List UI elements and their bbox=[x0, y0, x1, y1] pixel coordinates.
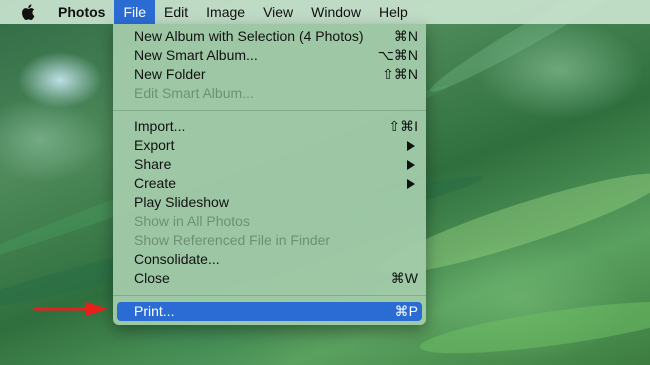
menu-item-label: Consolidate... bbox=[134, 251, 220, 267]
shortcut-label: ⇧⌘N bbox=[382, 66, 418, 82]
shortcut-label: ⌘P bbox=[394, 303, 418, 319]
menu-item-show-in-all-photos: Show in All Photos bbox=[113, 212, 426, 231]
menu-separator bbox=[113, 295, 426, 296]
menu-view[interactable]: View bbox=[254, 0, 302, 24]
menu-item-label: Share bbox=[134, 156, 172, 172]
menu-item-show-referenced-file: Show Referenced File in Finder bbox=[113, 231, 426, 250]
submenu-arrow-icon bbox=[407, 141, 415, 151]
menu-item-label: Edit Smart Album... bbox=[134, 85, 254, 101]
menu-bar: Photos File Edit Image View Window Help bbox=[0, 0, 650, 24]
menu-item-export[interactable]: Export bbox=[113, 136, 426, 155]
submenu-arrow-icon bbox=[407, 160, 415, 170]
menu-item-import[interactable]: Import... ⇧⌘I bbox=[113, 117, 426, 136]
menu-item-label: Print... bbox=[134, 303, 175, 319]
menu-item-print[interactable]: Print... ⌘P bbox=[117, 302, 422, 321]
menu-item-new-smart-album[interactable]: New Smart Album... ⌥⌘N bbox=[113, 46, 426, 65]
menu-help[interactable]: Help bbox=[370, 0, 417, 24]
menu-item-new-album-with-selection[interactable]: New Album with Selection (4 Photos) ⌘N bbox=[113, 27, 426, 46]
menu-item-label: New Album with Selection (4 Photos) bbox=[134, 28, 364, 44]
menu-item-label: Play Slideshow bbox=[134, 194, 229, 210]
file-menu-dropdown: New Album with Selection (4 Photos) ⌘N N… bbox=[113, 24, 426, 325]
menu-item-label: Close bbox=[134, 270, 170, 286]
menu-image[interactable]: Image bbox=[197, 0, 254, 24]
menu-item-share[interactable]: Share bbox=[113, 155, 426, 174]
menu-separator bbox=[113, 110, 426, 111]
submenu-arrow-icon bbox=[407, 179, 415, 189]
menu-item-edit-smart-album: Edit Smart Album... bbox=[113, 84, 426, 103]
shortcut-label: ⌘N bbox=[393, 28, 418, 44]
menu-item-label: New Folder bbox=[134, 66, 206, 82]
menu-item-label: Export bbox=[134, 137, 175, 153]
shortcut-label: ⌘W bbox=[390, 270, 418, 286]
grass-blade bbox=[417, 291, 650, 364]
menu-item-consolidate[interactable]: Consolidate... bbox=[113, 250, 426, 269]
menu-item-label: Import... bbox=[134, 118, 186, 134]
menu-photos[interactable]: Photos bbox=[50, 0, 114, 24]
menu-item-label: Create bbox=[134, 175, 177, 191]
menu-item-label: New Smart Album... bbox=[134, 47, 258, 63]
shortcut-label: ⇧⌘I bbox=[388, 118, 418, 134]
menu-item-label: Show Referenced File in Finder bbox=[134, 232, 331, 248]
menu-item-close[interactable]: Close ⌘W bbox=[113, 269, 426, 288]
menu-file[interactable]: File bbox=[114, 0, 156, 24]
shortcut-label: ⌥⌘N bbox=[377, 47, 418, 63]
menu-window[interactable]: Window bbox=[302, 0, 370, 24]
red-arrow-icon bbox=[34, 300, 110, 323]
apple-logo-icon[interactable] bbox=[20, 4, 36, 20]
menu-item-play-slideshow[interactable]: Play Slideshow bbox=[113, 193, 426, 212]
menu-item-label: Show in All Photos bbox=[134, 213, 250, 229]
menu-edit[interactable]: Edit bbox=[155, 0, 197, 24]
menu-item-new-folder[interactable]: New Folder ⇧⌘N bbox=[113, 65, 426, 84]
menu-item-create[interactable]: Create bbox=[113, 174, 426, 193]
